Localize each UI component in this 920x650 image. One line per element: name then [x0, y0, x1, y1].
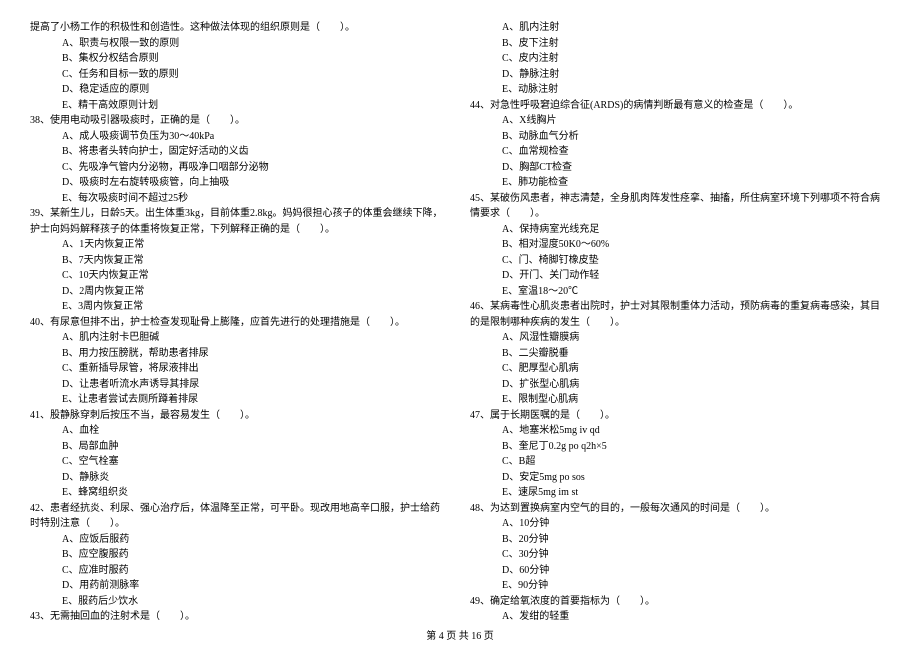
question-line: 49、确定给氧浓度的首要指标为（ ）。: [470, 594, 890, 610]
option-line: A、成人吸痰调节负压为30～40kPa: [30, 129, 450, 145]
option-line: E、室温18～20℃: [470, 284, 890, 300]
option-line: D、安定5mg po sos: [470, 470, 890, 486]
question-line: 38、使用电动吸引器吸痰时，正确的是（ ）。: [30, 113, 450, 129]
option-line: C、血常规检查: [470, 144, 890, 160]
option-line: D、吸痰时左右旋转吸痰管，向上抽吸: [30, 175, 450, 191]
option-line: A、10分钟: [470, 516, 890, 532]
option-line: C、门、椅脚钉橡皮垫: [470, 253, 890, 269]
option-line: D、让患者听流水声诱导其排尿: [30, 377, 450, 393]
option-line: B、7天内恢复正常: [30, 253, 450, 269]
option-line: E、每次吸痰时间不超过25秒: [30, 191, 450, 207]
option-line: D、扩张型心肌病: [470, 377, 890, 393]
option-line: A、职责与权限一致的原则: [30, 36, 450, 52]
option-line: B、皮下注射: [470, 36, 890, 52]
option-line: A、地塞米松5mg iv qd: [470, 423, 890, 439]
option-line: E、限制型心肌病: [470, 392, 890, 408]
option-line: A、肌内注射卡巴胆碱: [30, 330, 450, 346]
question-line: 提高了小杨工作的积极性和创造性。这种做法体现的组织原则是（ ）。: [30, 20, 450, 36]
option-line: E、服药后少饮水: [30, 594, 450, 610]
question-line: 40、有尿意但排不出，护士检查发现耻骨上膨隆，应首先进行的处理措施是（ ）。: [30, 315, 450, 331]
left-column: 提高了小杨工作的积极性和创造性。这种做法体现的组织原则是（ ）。A、职责与权限一…: [30, 20, 450, 615]
question-line: 41、股静脉穿刺后按压不当，最容易发生（ ）。: [30, 408, 450, 424]
question-line: 护士向妈妈解释孩子的体重将恢复正常，下列解释正确的是（ ）。: [30, 222, 450, 238]
option-line: D、静脉炎: [30, 470, 450, 486]
option-line: B、集权分权结合原则: [30, 51, 450, 67]
right-column: A、肌内注射B、皮下注射C、皮内注射D、静脉注射E、动脉注射44、对急性呼吸窘迫…: [470, 20, 890, 615]
question-line: 44、对急性呼吸窘迫综合征(ARDS)的病情判断最有意义的检查是（ ）。: [470, 98, 890, 114]
option-line: E、速尿5mg im st: [470, 485, 890, 501]
page-footer: 第 4 页 共 16 页: [0, 627, 920, 642]
option-line: D、用药前测脉率: [30, 578, 450, 594]
option-line: C、重新插导尿管，将尿液排出: [30, 361, 450, 377]
option-line: B、应空腹服药: [30, 547, 450, 563]
option-line: C、空气栓塞: [30, 454, 450, 470]
option-line: A、血栓: [30, 423, 450, 439]
option-line: C、皮内注射: [470, 51, 890, 67]
question-line: 46、某病毒性心肌炎患者出院时，护士对其限制重体力活动，预防病毒的重复病毒感染，…: [470, 299, 890, 315]
option-line: A、保持病室光线充足: [470, 222, 890, 238]
option-line: E、动脉注射: [470, 82, 890, 98]
question-line: 45、某破伤风患者，神志清楚，全身肌肉阵发性痉挛、抽搐，所住病室环境下列哪项不符…: [470, 191, 890, 207]
option-line: C、10天内恢复正常: [30, 268, 450, 284]
option-line: B、二尖瓣脱垂: [470, 346, 890, 362]
option-line: B、用力按压膀胱，帮助患者排尿: [30, 346, 450, 362]
option-line: D、胸部CT检查: [470, 160, 890, 176]
option-line: C、30分钟: [470, 547, 890, 563]
option-line: E、90分钟: [470, 578, 890, 594]
option-line: D、静脉注射: [470, 67, 890, 83]
option-line: E、3周内恢复正常: [30, 299, 450, 315]
question-line: 47、属于长期医嘱的是（ ）。: [470, 408, 890, 424]
option-line: B、奎尼丁0.2g po q2h×5: [470, 439, 890, 455]
option-line: C、任务和目标一致的原则: [30, 67, 450, 83]
option-line: B、动脉血气分析: [470, 129, 890, 145]
option-line: E、肺功能检查: [470, 175, 890, 191]
option-line: D、稳定适应的原则: [30, 82, 450, 98]
question-line: 情要求（ ）。: [470, 206, 890, 222]
option-line: D、60分钟: [470, 563, 890, 579]
option-line: A、应饭后服药: [30, 532, 450, 548]
option-line: C、B超: [470, 454, 890, 470]
option-line: C、应准时服药: [30, 563, 450, 579]
exam-content: 提高了小杨工作的积极性和创造性。这种做法体现的组织原则是（ ）。A、职责与权限一…: [30, 20, 890, 615]
option-line: B、20分钟: [470, 532, 890, 548]
option-line: A、发绀的轻重: [470, 609, 890, 625]
option-line: E、精干高效原则计划: [30, 98, 450, 114]
option-line: C、肥厚型心肌病: [470, 361, 890, 377]
option-line: D、开门、关门动作轻: [470, 268, 890, 284]
question-line: 的是限制哪种疾病的发生（ ）。: [470, 315, 890, 331]
question-line: 43、无需抽回血的注射术是（ ）。: [30, 609, 450, 625]
question-line: 48、为达到置换病室内空气的目的，一般每次通风的时间是（ ）。: [470, 501, 890, 517]
option-line: C、先吸净气管内分泌物，再吸净口咽部分泌物: [30, 160, 450, 176]
option-line: A、肌内注射: [470, 20, 890, 36]
question-line: 时特别注意（ ）。: [30, 516, 450, 532]
option-line: B、将患者头转向护士，固定好活动的义齿: [30, 144, 450, 160]
option-line: A、X线胸片: [470, 113, 890, 129]
option-line: B、相对湿度50K0～60%: [470, 237, 890, 253]
question-line: 42、患者经抗炎、利尿、强心治疗后，体温降至正常，可平卧。现改用地高辛口服，护士…: [30, 501, 450, 517]
option-line: B、局部血肿: [30, 439, 450, 455]
option-line: E、蜂窝组织炎: [30, 485, 450, 501]
option-line: D、2周内恢复正常: [30, 284, 450, 300]
option-line: A、风湿性瓣膜病: [470, 330, 890, 346]
option-line: E、让患者尝试去厕所蹲着排尿: [30, 392, 450, 408]
question-line: 39、某新生儿，日龄5天。出生体重3kg，目前体重2.8kg。妈妈很担心孩子的体…: [30, 206, 450, 222]
option-line: A、1天内恢复正常: [30, 237, 450, 253]
